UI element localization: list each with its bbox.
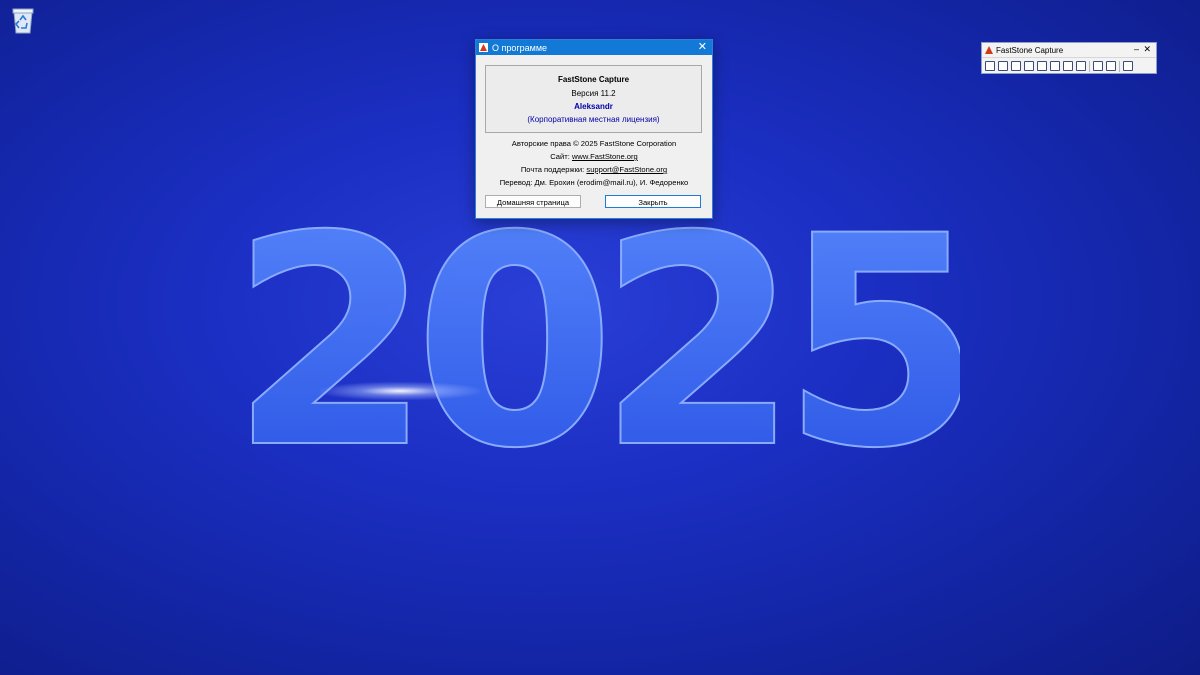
product-version: Версия 11.2 xyxy=(571,89,616,98)
capture-freehand-icon[interactable] xyxy=(1024,61,1034,71)
product-name: FastStone Capture xyxy=(557,75,630,84)
support-email-link[interactable]: support@FastStone.org xyxy=(586,165,667,174)
licensed-user: Aleksandr xyxy=(574,102,613,111)
license-type: (Корпоративная местная лицензия) xyxy=(527,115,660,124)
output-settings-icon[interactable] xyxy=(1106,61,1116,71)
support-label: Почта поддержки: xyxy=(520,165,587,174)
toolbar-separator xyxy=(1089,60,1090,72)
faststone-logo-icon xyxy=(985,46,993,54)
wallpaper-2025-art: 2025 xyxy=(230,215,960,455)
close-icon[interactable]: ✕ xyxy=(698,40,707,55)
record-video-icon[interactable] xyxy=(1076,61,1086,71)
minimize-icon[interactable]: – xyxy=(1134,43,1139,57)
capture-fullscreen-icon[interactable] xyxy=(1037,61,1047,71)
capture-fixed-icon[interactable] xyxy=(1063,61,1073,71)
open-icon[interactable] xyxy=(985,61,995,71)
capture-scroll-icon[interactable] xyxy=(1050,61,1060,71)
site-line: Сайт: www.FastStone.org xyxy=(476,150,712,163)
desktop: 2025 О программе ✕ FastStone Capture Вер… xyxy=(0,0,1200,675)
faststone-capture-toolbar: FastStone Capture – ✕ xyxy=(981,42,1157,74)
site-label: Сайт: xyxy=(550,152,572,161)
capture-tools-row xyxy=(982,58,1156,74)
delay-timer-icon[interactable] xyxy=(1093,61,1103,71)
wallpaper-glow xyxy=(320,382,480,400)
settings-icon[interactable] xyxy=(1123,61,1133,71)
support-line: Почта поддержки: support@FastStone.org xyxy=(476,163,712,176)
toolbar-separator xyxy=(1119,60,1120,72)
translation-text: Перевод: Дм. Ерохин (erodim@mail.ru), И.… xyxy=(499,178,689,187)
wallpaper-digits: 2025 xyxy=(230,215,960,455)
about-dialog: О программе ✕ FastStone Capture Версия 1… xyxy=(475,39,713,219)
copyright-text: Авторские права © 2025 FastStone Corpora… xyxy=(511,139,677,148)
about-dialog-title: О программе xyxy=(492,42,548,53)
capture-rect-icon[interactable] xyxy=(1011,61,1021,71)
home-page-button[interactable]: Домашняя страница xyxy=(485,195,581,208)
about-dialog-titlebar[interactable]: О программе ✕ xyxy=(476,40,712,55)
faststone-app-icon xyxy=(479,43,488,52)
close-button[interactable]: Закрыть xyxy=(605,195,701,208)
close-icon[interactable]: ✕ xyxy=(1143,43,1151,57)
about-details: Авторские права © 2025 FastStone Corpora… xyxy=(476,137,712,189)
site-link[interactable]: www.FastStone.org xyxy=(572,152,638,161)
faststone-toolbar-titlebar[interactable]: FastStone Capture – ✕ xyxy=(982,43,1156,58)
recycle-bin-icon[interactable] xyxy=(10,6,36,34)
faststone-toolbar-title: FastStone Capture xyxy=(996,45,1064,55)
product-info-box: FastStone Capture Версия 11.2 Aleksandr … xyxy=(485,65,702,133)
capture-window-icon[interactable] xyxy=(998,61,1008,71)
